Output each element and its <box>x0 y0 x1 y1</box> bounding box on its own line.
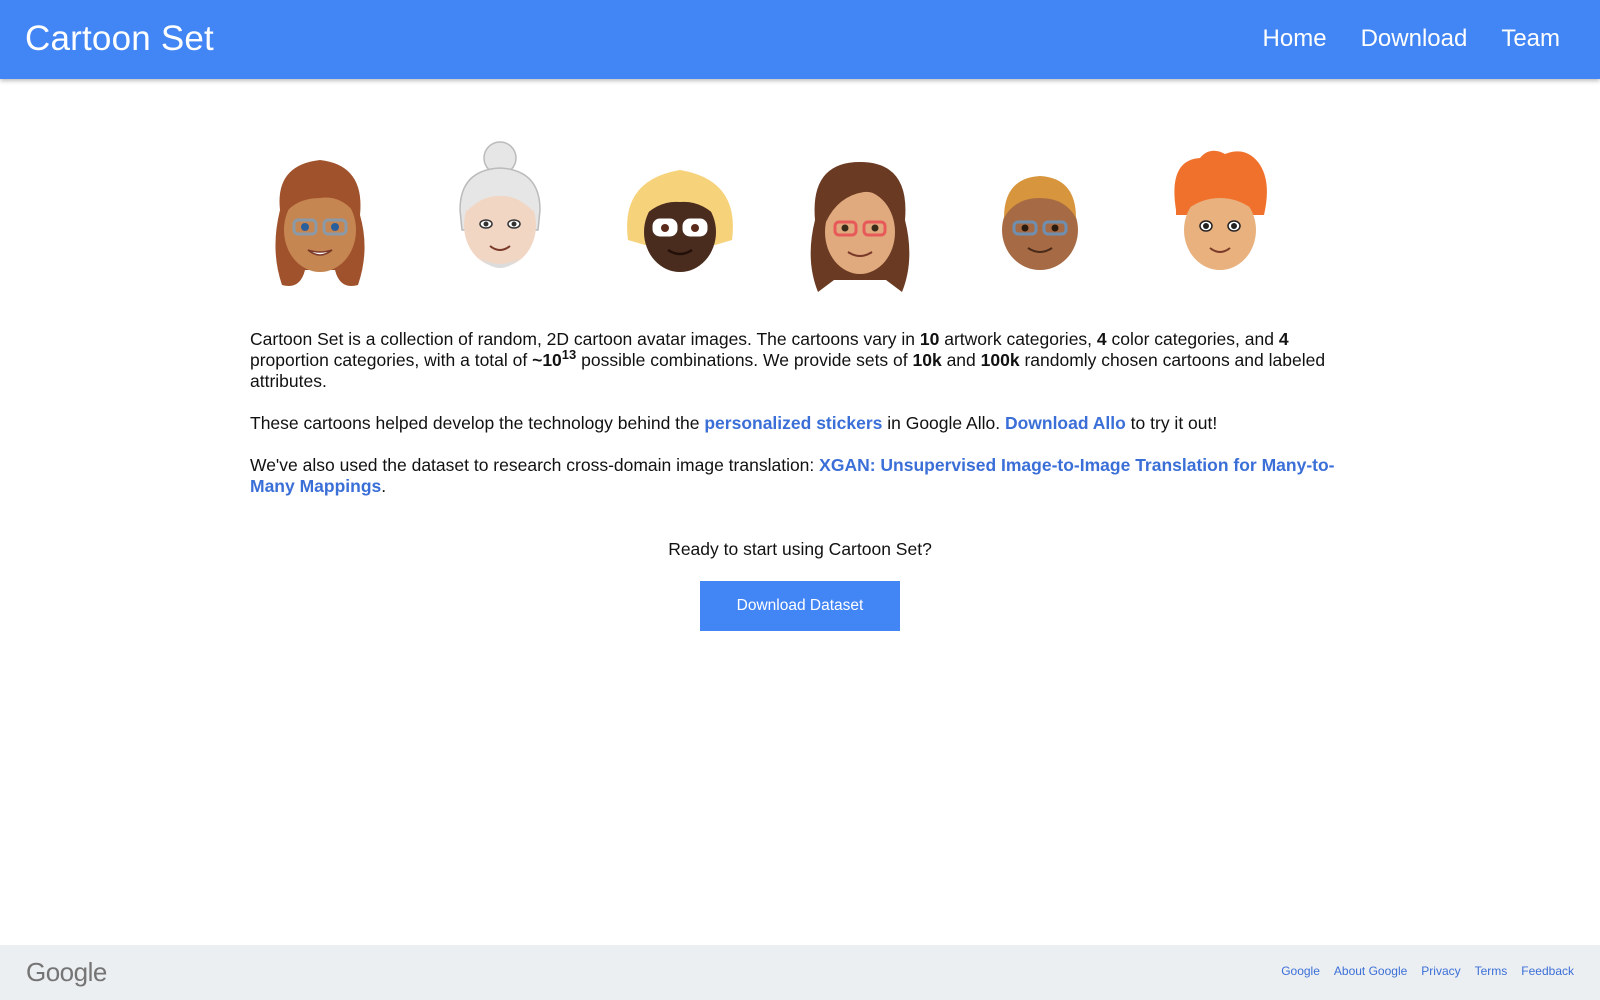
footer-link-terms[interactable]: Terms <box>1475 964 1508 978</box>
total-combinations: ~1013 <box>532 347 577 370</box>
download-dataset-button[interactable]: Download Dataset <box>700 581 900 631</box>
footer-link-privacy[interactable]: Privacy <box>1421 964 1460 978</box>
footer: Google Google About Google Privacy Terms… <box>0 945 1600 1000</box>
color-count: 4 <box>1096 329 1107 349</box>
footer-link-google[interactable]: Google <box>1281 964 1320 978</box>
artwork-count: 10 <box>919 329 940 349</box>
avatar-brown-long-hair <box>810 162 910 292</box>
nav-home-link[interactable]: Home <box>1263 24 1327 54</box>
set-size-small: 10k <box>912 350 942 370</box>
site-title-link[interactable]: Cartoon Set <box>25 19 214 59</box>
footer-links: Google About Google Privacy Terms Feedba… <box>1281 964 1574 978</box>
nav-team-link[interactable]: Team <box>1501 24 1560 54</box>
intro-paragraph: Cartoon Set is a collection of random, 2… <box>250 329 1326 391</box>
avatar-short-hair <box>1002 176 1078 270</box>
set-size-large: 100k <box>980 350 1020 370</box>
proportion-count: 4 <box>1278 329 1289 349</box>
avatar-blonde-bob-hair <box>627 170 733 272</box>
google-logo[interactable]: Google <box>26 957 107 988</box>
avatar-gray-bun-hair <box>459 141 541 268</box>
avatar-gallery <box>250 140 1350 310</box>
cta-question: Ready to start using Cartoon Set? <box>668 539 932 559</box>
nav-download-link[interactable]: Download <box>1361 24 1468 54</box>
footer-link-feedback[interactable]: Feedback <box>1521 964 1574 978</box>
avatar-orange-curly-hair <box>1174 150 1267 270</box>
download-allo-link[interactable]: Download Allo <box>1005 413 1126 433</box>
top-app-bar: Cartoon Set Home Download Team <box>0 0 1600 79</box>
xgan-paragraph: We've also used the dataset to research … <box>250 455 1335 496</box>
avatar-auburn-wavy-hair <box>275 160 365 286</box>
allo-paragraph: These cartoons helped develop the techno… <box>250 413 1218 433</box>
description: Cartoon Set is a collection of random, 2… <box>250 329 1350 518</box>
main-nav: Home Download Team <box>1263 24 1560 54</box>
footer-link-about-google[interactable]: About Google <box>1334 964 1407 978</box>
personalized-stickers-link[interactable]: personalized stickers <box>704 413 882 433</box>
